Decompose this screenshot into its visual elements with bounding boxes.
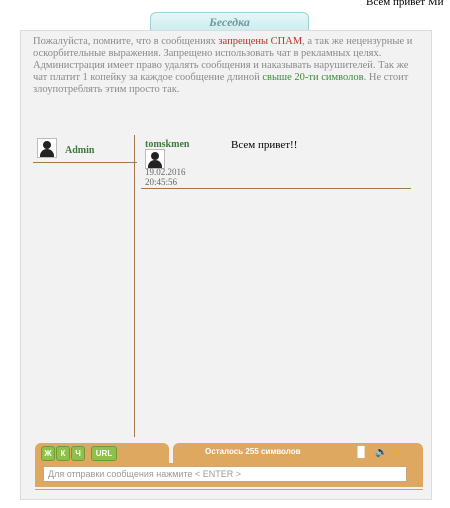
chat-toolbar: Ж К Ч URL Осталось 255 символов █ 🔈 ☺ (35, 443, 423, 463)
notice-length-rule: свыше 20-ти символов (262, 72, 364, 83)
user-divider (33, 162, 137, 163)
author-avatar-icon (145, 149, 165, 169)
chat-panel: Пожалуйста, помните, что в сообщениях за… (20, 30, 432, 500)
user-name[interactable]: Admin (65, 145, 94, 156)
char-counter: Осталось 255 символов (205, 447, 301, 456)
user-list-item[interactable]: Admin (33, 136, 137, 163)
status-toolbar: Осталось 255 символов █ 🔈 ☺ (173, 443, 423, 463)
notice-spam-warning: запрещены СПАМ (218, 36, 303, 47)
message-input-area (35, 463, 423, 487)
smiley-icon[interactable]: ☺ (391, 446, 403, 459)
user-avatar-icon (37, 138, 57, 158)
underline-button[interactable]: Ч (71, 446, 85, 461)
notice-text: Пожалуйста, помните, что в сообщениях (33, 36, 219, 47)
format-toolbar: Ж К Ч URL (35, 443, 169, 463)
message-input[interactable] (43, 466, 407, 482)
message-timestamp: 19.02.2016 20:45:56 (145, 167, 186, 187)
chat-title-tab: Беседка (150, 12, 309, 31)
italic-button[interactable]: К (56, 446, 70, 461)
message-text: Всем привет!! (231, 139, 298, 151)
message-time: 20:45:56 (145, 177, 178, 187)
bottom-divider (35, 489, 423, 490)
message-divider (141, 188, 411, 189)
column-divider (134, 135, 135, 437)
history-icon[interactable]: █ (355, 446, 367, 459)
bold-button[interactable]: Ж (41, 446, 55, 461)
message-date: 19.02.2016 (145, 167, 186, 177)
chat-rules-notice: Пожалуйста, помните, что в сообщениях за… (33, 36, 425, 96)
sound-icon[interactable]: 🔈 (375, 446, 387, 459)
url-button[interactable]: URL (91, 446, 117, 461)
online-users-list: Admin (33, 136, 137, 163)
marquee-text: Всем привет Ми (366, 0, 444, 8)
